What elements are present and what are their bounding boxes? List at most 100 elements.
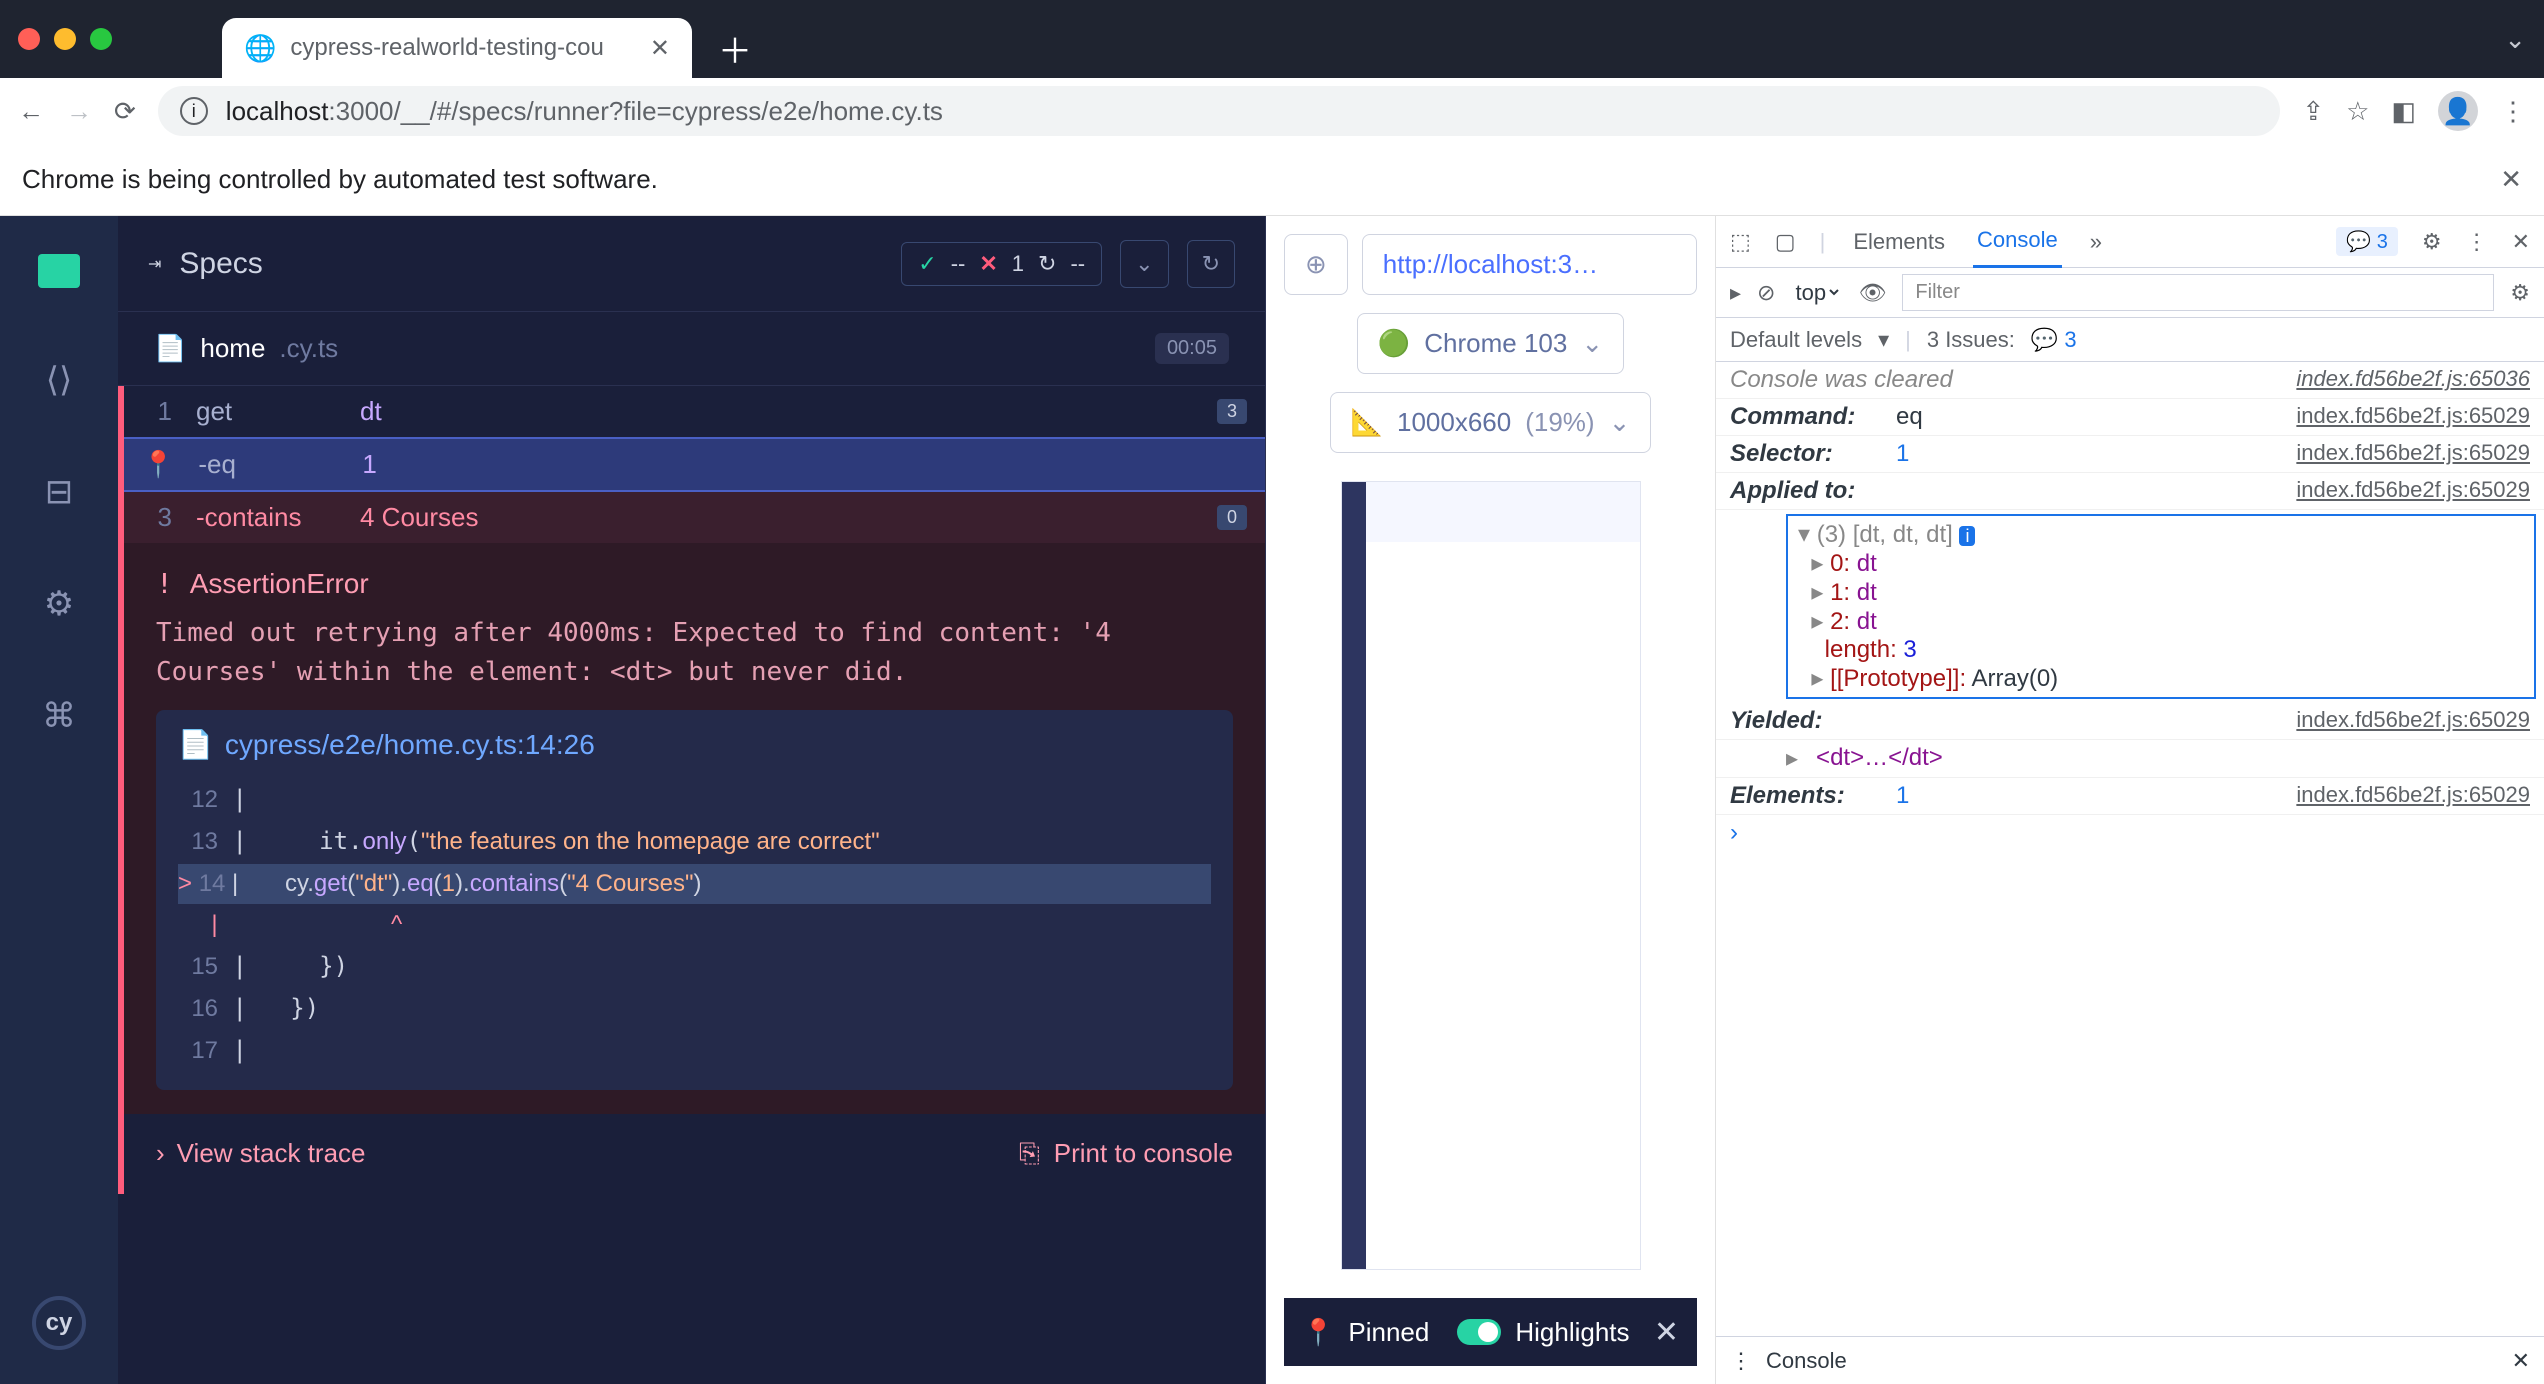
reload-button[interactable]: ⟳ bbox=[114, 96, 136, 127]
tab-elements[interactable]: Elements bbox=[1849, 217, 1949, 267]
code-snippet: 📄cypress/e2e/home.cy.ts:14:26 12 | 13 | … bbox=[156, 710, 1233, 1090]
close-devtools-icon[interactable]: ✕ bbox=[2512, 229, 2530, 255]
pin-icon: 📍 bbox=[1302, 1317, 1334, 1348]
rerun-button[interactable]: ↻ bbox=[1187, 240, 1235, 288]
source-link[interactable]: index.fd56be2f.js:65036 bbox=[2296, 366, 2530, 392]
site-info-icon[interactable]: i bbox=[180, 97, 208, 125]
close-infobar-icon[interactable]: ✕ bbox=[2500, 164, 2522, 195]
source-link[interactable]: index.fd56be2f.js:65029 bbox=[2296, 707, 2530, 733]
clear-console-icon[interactable]: ⊘ bbox=[1757, 280, 1775, 306]
close-tab-icon[interactable]: ✕ bbox=[650, 34, 670, 63]
sidebar-specs-active[interactable] bbox=[38, 254, 80, 288]
console-settings-icon[interactable]: ⚙ bbox=[2510, 280, 2530, 306]
print-console-link[interactable]: Print to console bbox=[1054, 1138, 1233, 1169]
url-path: /__/#/specs/runner?file=cypress/e2e/home… bbox=[394, 96, 943, 126]
file-name: home bbox=[200, 333, 265, 364]
minimize-window-button[interactable] bbox=[54, 28, 76, 50]
context-selector[interactable]: top bbox=[1791, 279, 1842, 306]
browser-tab[interactable]: 🌐 cypress-realworld-testing-cou ✕ bbox=[222, 18, 692, 78]
collapse-icon[interactable]: ⇥ bbox=[148, 254, 161, 274]
pending-icon: ↻ bbox=[1038, 251, 1056, 277]
collapse-all-button[interactable]: ⌄ bbox=[1120, 240, 1168, 288]
bookmark-icon[interactable]: ☆ bbox=[2346, 96, 2369, 127]
url-host: localhost bbox=[226, 96, 329, 126]
view-stack-link[interactable]: View stack trace bbox=[177, 1138, 366, 1170]
console-prompt[interactable]: › bbox=[1716, 815, 2544, 851]
close-window-button[interactable] bbox=[18, 28, 40, 50]
yielded-element[interactable]: ▸<dt>…</dt> bbox=[1716, 740, 2544, 778]
console-row-cleared: Console was cleared index.fd56be2f.js:65… bbox=[1716, 362, 2544, 399]
test-stats: ✓-- ✕1 ↻-- bbox=[901, 242, 1102, 286]
browser-menu-icon[interactable]: ⋮ bbox=[2500, 96, 2526, 127]
cmd-number: 3 bbox=[142, 502, 172, 533]
error-count-badge[interactable]: 💬 3 bbox=[2336, 227, 2398, 256]
file-icon: 📄 bbox=[178, 728, 213, 761]
aut-url[interactable]: http://localhost:3… bbox=[1362, 234, 1697, 295]
cypress-sidebar: ⟨⟩ ⊟ ⚙ ⌘ cy bbox=[0, 216, 118, 1384]
profile-avatar[interactable]: 👤 bbox=[2438, 91, 2478, 131]
selector-playground-button[interactable]: ⊕ bbox=[1284, 234, 1348, 295]
address-bar[interactable]: i localhost:3000/__/#/specs/runner?file=… bbox=[158, 86, 2281, 136]
console-toolbar: ▸ ⊘ top 👁 Filter ⚙ bbox=[1716, 268, 2544, 318]
pinned-snapshot-bar: 📍 Pinned Highlights ✕ bbox=[1284, 1298, 1697, 1366]
applied-to-expansion[interactable]: ▾ (3) [dt, dt, dt] i ▸ 0: dt ▸ 1: dt ▸ 2… bbox=[1786, 514, 2536, 699]
console-row: Selector:1 index.fd56be2f.js:65029 bbox=[1716, 436, 2544, 473]
side-panel-icon[interactable]: ◧ bbox=[2391, 96, 2416, 127]
app-iframe-thumbnail[interactable] bbox=[1341, 481, 1641, 1270]
new-tab-button[interactable]: ＋ bbox=[718, 24, 752, 73]
maximize-window-button[interactable] bbox=[90, 28, 112, 50]
error-title: ! AssertionError bbox=[156, 567, 1233, 600]
filter-input[interactable]: Filter bbox=[1902, 274, 2494, 311]
tabstrip-chevron-icon[interactable]: ⌄ bbox=[2504, 24, 2526, 55]
code-path[interactable]: 📄cypress/e2e/home.cy.ts:14:26 bbox=[178, 728, 1211, 761]
chrome-icon: 🟢 bbox=[1378, 328, 1410, 359]
info-icon[interactable]: i bbox=[1959, 526, 1975, 546]
close-drawer-icon[interactable]: ✕ bbox=[2512, 1348, 2530, 1374]
issues-label[interactable]: 3 Issues: bbox=[1927, 327, 2015, 353]
device-icon[interactable]: ▢ bbox=[1775, 229, 1796, 255]
pin-icon: 📍 bbox=[142, 449, 174, 480]
globe-icon: 🌐 bbox=[244, 33, 276, 64]
file-icon: 📄 bbox=[154, 333, 186, 364]
tab-more[interactable]: » bbox=[2086, 217, 2106, 267]
devtools-settings-icon[interactable]: ⚙ bbox=[2422, 229, 2442, 255]
command-row[interactable]: 1 get dt 3 bbox=[124, 386, 1265, 437]
sidebar-settings-icon[interactable]: ⚙ bbox=[44, 584, 74, 624]
workspace: ⟨⟩ ⊟ ⚙ ⌘ cy ⇥ Specs ✓-- ✕1 ↻-- ⌄ ↻ 📄 hom… bbox=[0, 216, 2544, 1384]
forward-button[interactable]: → bbox=[66, 96, 92, 127]
source-link[interactable]: index.fd56be2f.js:65029 bbox=[2296, 782, 2530, 808]
cmd-op: -eq bbox=[198, 449, 338, 480]
levels-selector[interactable]: Default levels bbox=[1730, 327, 1862, 353]
cmd-badge: 3 bbox=[1217, 399, 1247, 424]
source-link[interactable]: index.fd56be2f.js:65029 bbox=[2296, 440, 2530, 466]
drawer-menu-icon[interactable]: ⋮ bbox=[1730, 1348, 1752, 1374]
close-pinned-icon[interactable]: ✕ bbox=[1654, 1315, 1679, 1350]
highlights-toggle[interactable] bbox=[1457, 1319, 1501, 1345]
sidebar-runs-icon[interactable]: ⟨⟩ bbox=[46, 360, 73, 400]
spec-file-row[interactable]: 📄 home.cy.ts 00:05 bbox=[118, 312, 1265, 386]
viewport-selector[interactable]: 📐1000x660 (19%) ⌄ bbox=[1330, 392, 1652, 453]
browser-tabstrip: 🌐 cypress-realworld-testing-cou ✕ ＋ ⌄ bbox=[0, 0, 2544, 78]
command-row-error[interactable]: 3 -contains 4 Courses 0 bbox=[124, 492, 1265, 543]
file-ext: .cy.ts bbox=[279, 333, 338, 364]
console-sidebar-icon[interactable]: ▸ bbox=[1730, 280, 1741, 306]
tab-console[interactable]: Console bbox=[1973, 215, 2062, 268]
devtools-tabs: ⬚ ▢ | Elements Console » 💬 3 ⚙ ⋮ ✕ bbox=[1716, 216, 2544, 268]
browser-selector[interactable]: 🟢Chrome 103⌄ bbox=[1357, 313, 1624, 374]
drawer-tab-console[interactable]: Console bbox=[1766, 1348, 1847, 1374]
share-icon[interactable]: ⇪ bbox=[2302, 96, 2324, 127]
source-link[interactable]: index.fd56be2f.js:65029 bbox=[2296, 477, 2530, 503]
inspect-icon[interactable]: ⬚ bbox=[1730, 229, 1751, 255]
source-link[interactable]: index.fd56be2f.js:65029 bbox=[2296, 403, 2530, 429]
back-button[interactable]: ← bbox=[18, 96, 44, 127]
command-row-pinned[interactable]: 📍 -eq 1 bbox=[124, 437, 1265, 492]
chevron-right-icon: › bbox=[156, 1138, 165, 1170]
devtools-menu-icon[interactable]: ⋮ bbox=[2466, 229, 2488, 255]
automation-infobar: Chrome is being controlled by automated … bbox=[0, 144, 2544, 216]
live-expr-icon[interactable]: 👁 bbox=[1858, 280, 1886, 306]
fail-icon: ✕ bbox=[979, 251, 997, 277]
sidebar-debug-icon[interactable]: ⊟ bbox=[45, 472, 74, 512]
error-panel: ! AssertionError Timed out retrying afte… bbox=[124, 543, 1265, 1114]
sidebar-shortcut-icon[interactable]: ⌘ bbox=[42, 696, 76, 736]
specs-title: Specs bbox=[179, 247, 262, 281]
